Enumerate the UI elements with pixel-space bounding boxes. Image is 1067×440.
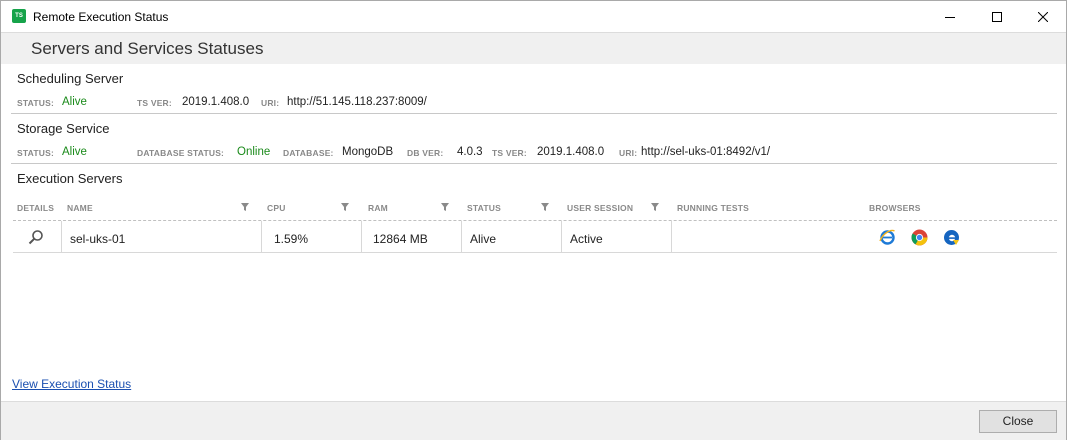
chrome-icon	[911, 229, 928, 246]
name-filter-icon[interactable]	[241, 203, 249, 211]
database-status-value: Online	[237, 146, 271, 158]
edge-icon	[944, 230, 959, 245]
window-close-button[interactable]	[1020, 1, 1066, 32]
ram-cell: 12864 MB	[373, 232, 428, 246]
status-value: Alive	[62, 146, 87, 158]
cpu-filter-icon[interactable]	[341, 203, 349, 211]
column-header-ram[interactable]: RAM	[368, 203, 388, 213]
minimize-button[interactable]	[927, 1, 973, 32]
view-execution-status-link[interactable]: View Execution Status	[12, 377, 131, 391]
remote-execution-status-window: TS Remote Execution Status Servers and S…	[0, 0, 1067, 440]
status-label: STATUS:	[17, 148, 54, 158]
server-name-cell: sel-uks-01	[70, 232, 126, 246]
app-icon: TS	[12, 9, 26, 23]
cell-separator	[461, 221, 462, 253]
status-filter-icon[interactable]	[541, 203, 549, 211]
maximize-icon	[992, 11, 1002, 22]
column-header-user-session[interactable]: USER SESSION	[567, 203, 633, 213]
uri-label: URI:	[619, 148, 638, 158]
db-ver-label: DB VER:	[407, 148, 444, 158]
cell-separator	[61, 221, 62, 253]
table-row[interactable]	[13, 221, 1057, 253]
scheduling-server-title: Scheduling Server	[17, 71, 124, 86]
database-value: MongoDB	[342, 146, 394, 158]
ram-filter-icon[interactable]	[441, 203, 449, 211]
section-divider	[11, 113, 1057, 114]
ts-ver-label: TS VER:	[137, 98, 172, 108]
status-value: Alive	[62, 96, 87, 108]
column-header-name[interactable]: NAME	[67, 203, 93, 213]
maximize-button[interactable]	[974, 1, 1020, 32]
page-title: Servers and Services Statuses	[31, 39, 264, 58]
cpu-cell: 1.59%	[274, 232, 309, 246]
cell-separator	[671, 221, 672, 253]
column-header-status[interactable]: STATUS	[467, 203, 501, 213]
uri-label: URI:	[261, 98, 280, 108]
database-status-label: DATABASE STATUS:	[137, 148, 225, 158]
close-button[interactable]: Close	[979, 410, 1057, 433]
column-header-browsers: BROWSERS	[869, 203, 921, 213]
column-header-details: DETAILS	[17, 203, 55, 213]
cell-separator	[361, 221, 362, 253]
database-label: DATABASE:	[283, 148, 334, 158]
ts-ver-value: 2019.1.408.0	[537, 146, 605, 158]
minimize-icon	[945, 16, 955, 18]
status-cell: Alive	[470, 232, 497, 246]
window-title: Remote Execution Status	[33, 10, 169, 24]
column-header-running-tests[interactable]: RUNNING TESTS	[677, 203, 749, 213]
internet-explorer-icon	[879, 229, 895, 245]
header-band: Servers and Services Statuses	[1, 32, 1066, 64]
user-session-filter-icon[interactable]	[651, 203, 659, 211]
db-ver-value: 4.0.3	[457, 146, 483, 158]
close-icon	[1038, 11, 1048, 22]
footer-bar: Close	[1, 401, 1066, 440]
column-header-cpu[interactable]: CPU	[267, 203, 286, 213]
uri-value: http://sel-uks-01:8492/v1/	[641, 146, 771, 158]
execution-servers-title: Execution Servers	[17, 171, 123, 186]
storage-service-title: Storage Service	[17, 121, 110, 136]
ts-ver-value: 2019.1.408.0	[182, 96, 250, 108]
section-divider	[11, 163, 1057, 164]
cell-separator	[561, 221, 562, 253]
cell-separator	[261, 221, 262, 253]
user-session-cell: Active	[570, 232, 603, 246]
title-bar: TS Remote Execution Status	[1, 1, 1066, 32]
status-label: STATUS:	[17, 98, 54, 108]
details-magnifier-icon[interactable]	[28, 229, 44, 245]
ts-ver-label: TS VER:	[492, 148, 527, 158]
uri-value: http://51.145.118.237:8009/	[287, 96, 427, 108]
